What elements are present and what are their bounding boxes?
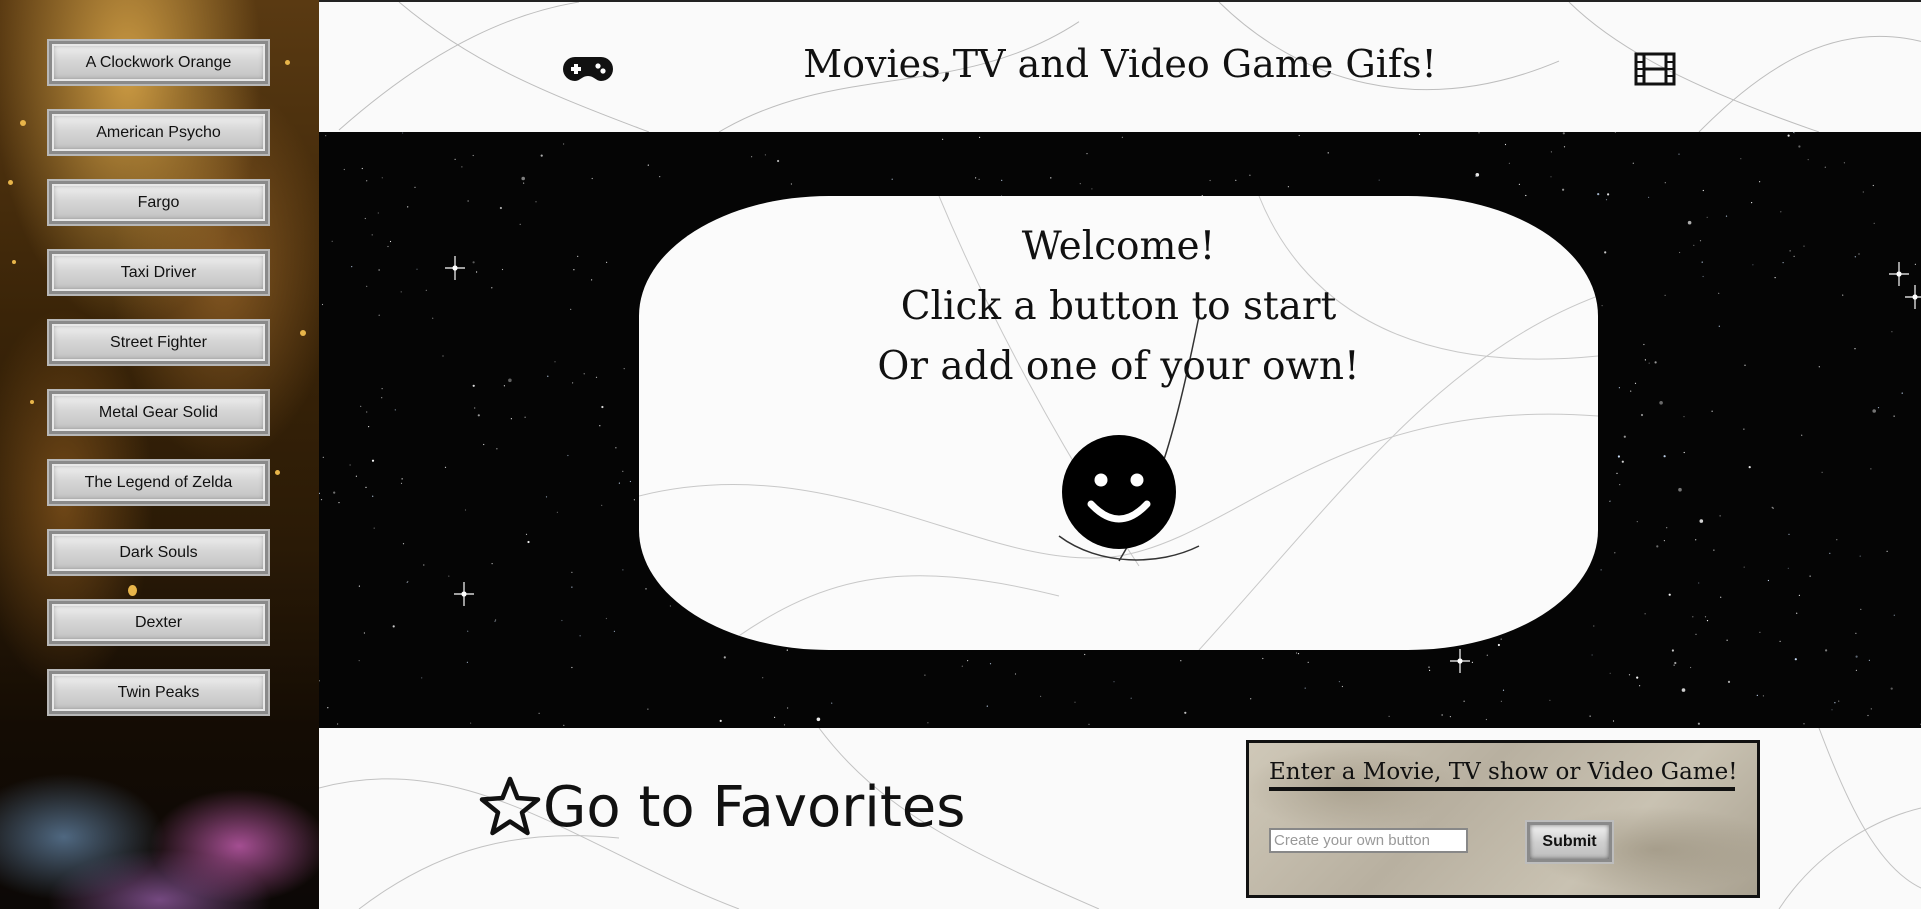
sidebar-button-taxi-driver[interactable]: Taxi Driver (47, 249, 270, 296)
page-title: Movies,TV and Video Game Gifs! (803, 42, 1437, 86)
bottom-panel: Go to Favorites Enter a Movie, TV show o… (319, 728, 1921, 909)
sidebar-button-the-legend-of-zelda[interactable]: The Legend of Zelda (47, 459, 270, 506)
sidebar: A Clockwork Orange American Psycho Fargo… (0, 0, 319, 909)
sidebar-button-dexter[interactable]: Dexter (47, 599, 270, 646)
sidebar-button-fargo[interactable]: Fargo (47, 179, 270, 226)
welcome-instruction: Click a button to start (900, 284, 1337, 329)
header: Movies,TV and Video Game Gifs! (319, 0, 1921, 132)
sidebar-button-dark-souls[interactable]: Dark Souls (47, 529, 270, 576)
smiley-icon (1062, 435, 1176, 549)
go-to-favorites-link[interactable]: Go to Favorites (477, 772, 965, 842)
add-button-form: Enter a Movie, TV show or Video Game! Su… (1246, 740, 1760, 898)
create-button-input[interactable] (1269, 828, 1468, 853)
submit-button[interactable]: Submit (1525, 820, 1614, 864)
sidebar-smoke-decoration (0, 729, 319, 909)
sidebar-button-street-fighter[interactable]: Street Fighter (47, 319, 270, 366)
form-heading: Enter a Movie, TV show or Video Game! (1269, 759, 1737, 791)
welcome-heading: Welcome! (1021, 224, 1216, 269)
sidebar-button-metal-gear-solid[interactable]: Metal Gear Solid (47, 389, 270, 436)
sidebar-button-american-psycho[interactable]: American Psycho (47, 109, 270, 156)
welcome-subinstruction: Or add one of your own! (877, 344, 1360, 389)
starfield-panel: Welcome! Click a button to start Or add … (319, 132, 1921, 728)
go-to-favorites-label: Go to Favorites (543, 774, 966, 840)
sidebar-button-a-clockwork-orange[interactable]: A Clockwork Orange (47, 39, 270, 86)
film-icon (1634, 52, 1676, 86)
welcome-card: Welcome! Click a button to start Or add … (639, 196, 1598, 650)
sidebar-button-twin-peaks[interactable]: Twin Peaks (47, 669, 270, 716)
star-icon (479, 776, 541, 836)
